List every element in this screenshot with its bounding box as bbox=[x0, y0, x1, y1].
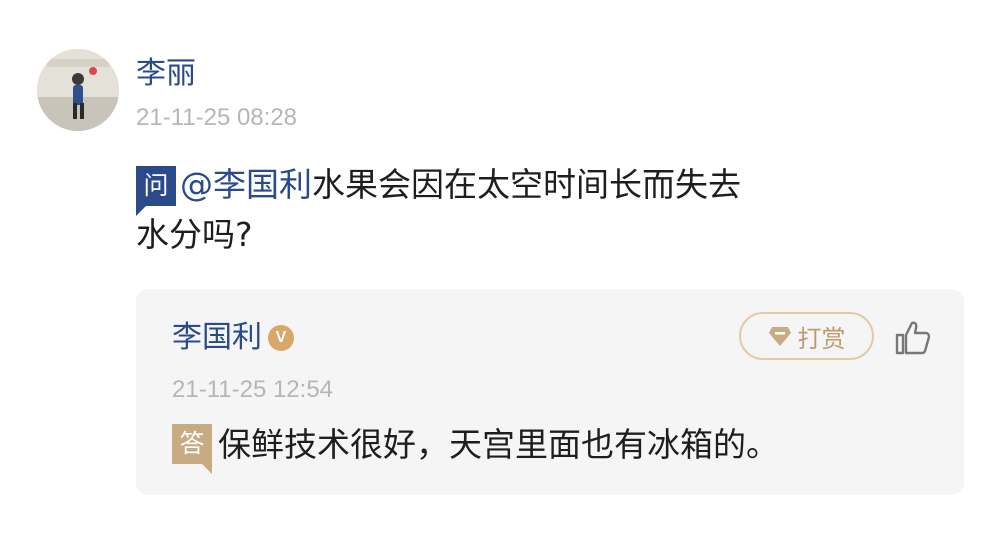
like-button[interactable] bbox=[894, 319, 932, 357]
reward-button[interactable]: 打赏 bbox=[739, 312, 874, 360]
diamond-icon bbox=[768, 327, 791, 346]
question-timestamp: 21-11-25 08:28 bbox=[136, 104, 298, 131]
question-badge: 问 bbox=[136, 166, 176, 216]
question-line2: 水分吗? bbox=[136, 215, 253, 254]
thumbs-up-icon bbox=[895, 321, 931, 355]
reply-author-name[interactable]: 李国利 bbox=[172, 320, 262, 356]
answer-text: 答保鲜技术很好，天宫里面也有冰箱的。 bbox=[172, 420, 932, 474]
reply-timestamp: 21-11-25 12:54 bbox=[172, 376, 334, 403]
avatar-photo bbox=[37, 49, 119, 131]
question-text: 问 @李国利水果会因在太空时间长而失去 水分吗? bbox=[136, 160, 856, 260]
reply-card: 李国利 V 打赏 21-11-25 12:54 答保鲜技术很好，天宫里面也有冰箱… bbox=[136, 289, 964, 495]
answer-badge: 答 bbox=[172, 424, 212, 474]
mention-link[interactable]: @李国利 bbox=[180, 165, 312, 204]
asker-name[interactable]: 李丽 bbox=[136, 56, 196, 92]
user-avatar[interactable] bbox=[37, 49, 119, 131]
reward-label: 打赏 bbox=[797, 324, 846, 353]
question-line1: 水果会因在太空时间长而失去 bbox=[312, 165, 741, 204]
reply-author[interactable]: 李国利 V bbox=[172, 320, 294, 356]
answer-body: 保鲜技术很好，天宫里面也有冰箱的。 bbox=[218, 425, 779, 464]
verified-badge: V bbox=[268, 325, 294, 351]
